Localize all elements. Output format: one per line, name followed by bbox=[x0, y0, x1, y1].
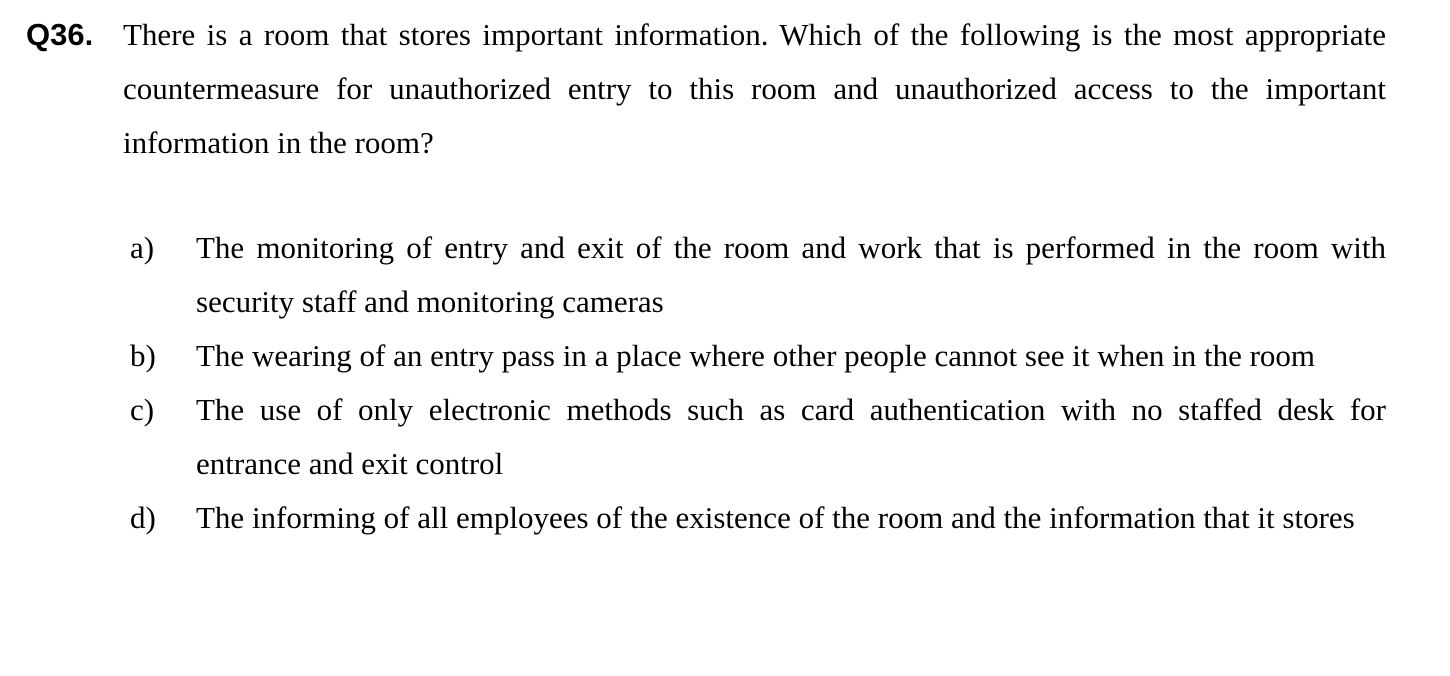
option-d: d) The informing of all employees of the… bbox=[130, 491, 1386, 545]
option-text: The wearing of an entry pass in a place … bbox=[196, 338, 1316, 373]
question-number: Q36. bbox=[26, 17, 94, 52]
option-text: The monitoring of entry and exit of the … bbox=[196, 230, 1386, 319]
question-text: There is a room that stores important in… bbox=[123, 17, 1386, 160]
option-letter: c) bbox=[130, 392, 155, 427]
option-letter: b) bbox=[130, 338, 156, 373]
answer-options-list: a) The monitoring of entry and exit of t… bbox=[130, 221, 1386, 545]
option-c: c) The use of only electronic methods su… bbox=[130, 383, 1386, 491]
option-b: b) The wearing of an entry pass in a pla… bbox=[130, 329, 1386, 383]
option-letter: d) bbox=[130, 500, 156, 535]
option-text: The informing of all employees of the ex… bbox=[196, 500, 1355, 535]
option-text: The use of only electronic methods such … bbox=[196, 392, 1386, 481]
option-letter: a) bbox=[130, 230, 155, 265]
option-a: a) The monitoring of entry and exit of t… bbox=[130, 221, 1386, 329]
